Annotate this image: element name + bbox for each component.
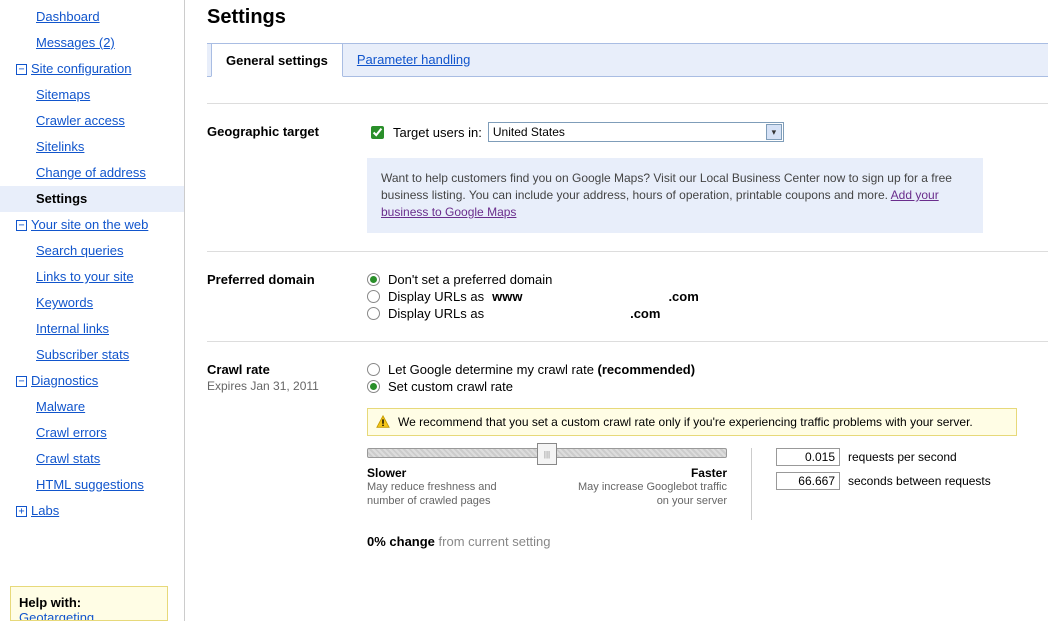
sidebar-item-links-to-site[interactable]: Links to your site [0,264,184,290]
crawl-option-custom[interactable]: Set custom crawl rate [367,379,1048,394]
requests-per-second-input[interactable] [776,448,840,466]
radio-icon[interactable] [367,380,380,393]
country-select[interactable]: United States ▾ [488,122,784,142]
section-preferred-domain: Preferred domain Don't set a preferred d… [207,252,1048,342]
sidebar-item-internal-links[interactable]: Internal links [0,316,184,342]
sidebar-item-crawl-errors[interactable]: Crawl errors [0,420,184,446]
domain-option-nowww[interactable]: Display URLs as .com [367,306,1048,321]
geo-info-box: Want to help customers find you on Googl… [367,158,983,233]
collapse-icon[interactable]: − [16,220,27,231]
tab-bar: General settings Parameter handling [207,43,1048,77]
crawl-warning: We recommend that you set a custom crawl… [367,408,1017,436]
sidebar-group-siteonweb[interactable]: − Your site on the web [0,212,184,238]
sidebar-item-html-suggestions[interactable]: HTML suggestions [0,472,184,498]
section-geographic-target: Geographic target Target users in: Unite… [207,103,1048,252]
sidebar: Dashboard Messages (2) − Site configurat… [0,0,185,621]
collapse-icon[interactable]: − [16,376,27,387]
radio-icon[interactable] [367,290,380,303]
sidebar-item-malware[interactable]: Malware [0,394,184,420]
sidebar-item-crawl-stats[interactable]: Crawl stats [0,446,184,472]
domain-option-www[interactable]: Display URLs as www .com [367,289,1048,304]
section-crawl-rate: Crawl rate Expires Jan 31, 2011 Let Goog… [207,342,1048,567]
radio-icon[interactable] [367,273,380,286]
target-users-label: Target users in: [393,125,482,140]
page-title: Settings [207,6,1048,29]
sidebar-item-search-queries[interactable]: Search queries [0,238,184,264]
sidebar-item-change-address[interactable]: Change of address [0,160,184,186]
divider [751,448,752,520]
main-content: Settings General settings Parameter hand… [185,0,1048,621]
sidebar-item-settings[interactable]: Settings [0,186,184,212]
expand-icon[interactable]: + [16,506,27,517]
chevron-down-icon: ▾ [766,124,782,140]
section-label: Crawl rate Expires Jan 31, 2011 [207,360,367,549]
help-box: Help with: Geotargeting [10,586,168,621]
tab-parameter-handling[interactable]: Parameter handling [343,42,484,76]
help-title: Help with: [19,595,159,610]
sidebar-group-siteconfig[interactable]: − Site configuration [0,56,184,82]
sidebar-group-diagnostics[interactable]: − Diagnostics [0,368,184,394]
collapse-icon[interactable]: − [16,64,27,75]
crawl-option-auto[interactable]: Let Google determine my crawl rate (reco… [367,362,1048,377]
sidebar-item-crawler-access[interactable]: Crawler access [0,108,184,134]
sidebar-group-labs[interactable]: + Labs [0,498,184,524]
sidebar-item-subscriber-stats[interactable]: Subscriber stats [0,342,184,368]
sidebar-item-dashboard[interactable]: Dashboard [0,4,184,30]
section-label: Geographic target [207,122,367,233]
warning-icon [376,415,390,429]
sidebar-item-sitelinks[interactable]: Sitelinks [0,134,184,160]
target-users-checkbox[interactable] [371,126,384,139]
domain-option-none[interactable]: Don't set a preferred domain [367,272,1048,287]
sidebar-item-messages[interactable]: Messages (2) [0,30,184,56]
help-link[interactable]: Geotargeting [19,610,94,621]
sidebar-item-sitemaps[interactable]: Sitemaps [0,82,184,108]
seconds-between-requests-input[interactable] [776,472,840,490]
radio-icon[interactable] [367,307,380,320]
crawl-change-summary: 0% change from current setting [367,534,1048,549]
sidebar-item-keywords[interactable]: Keywords [0,290,184,316]
section-label: Preferred domain [207,270,367,323]
crawl-rate-slider[interactable]: ||| Slower May reduce freshness and numb… [367,448,727,520]
radio-icon[interactable] [367,363,380,376]
tab-general[interactable]: General settings [211,43,343,77]
crawl-expires: Expires Jan 31, 2011 [207,379,367,393]
slider-handle[interactable]: ||| [537,443,557,465]
